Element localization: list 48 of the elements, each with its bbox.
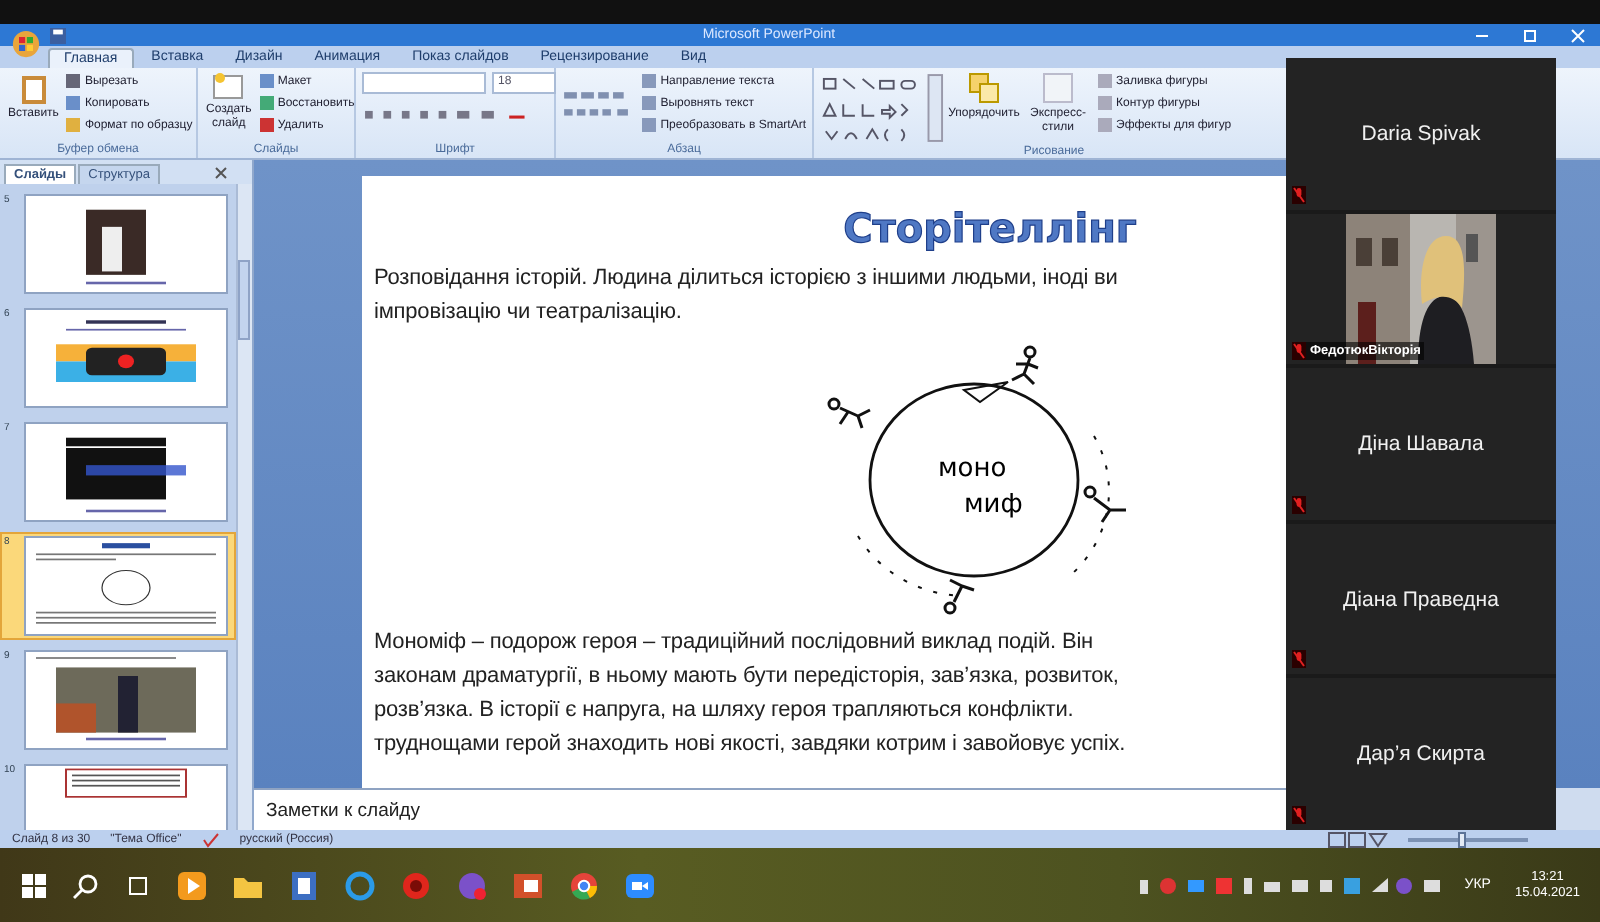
slide-icon <box>212 72 245 100</box>
clipboard-icon <box>19 72 48 104</box>
zoom-slider-thumb[interactable] <box>1458 831 1466 847</box>
search-icon[interactable] <box>72 871 100 899</box>
styles-icon <box>1042 72 1074 104</box>
document-app-icon[interactable] <box>288 869 320 901</box>
font-field[interactable] <box>362 72 486 94</box>
text-line: розв’язка. В історії є напруга, на шляху героя трапляються конфлікти. <box>374 696 1076 726</box>
text-line: законам драматургії, в ньому мають бути передісторія, зав’язка, розвиток, <box>374 662 1121 692</box>
task-view-icon[interactable] <box>124 871 152 899</box>
slide-title: Сторітеллінг <box>843 204 1137 252</box>
participant-name: Daria Spivak <box>1361 121 1481 146</box>
text-line: імпровізацію чи театралізацію. <box>374 298 684 328</box>
windows-logo-icon[interactable] <box>20 871 48 899</box>
office-button[interactable] <box>12 29 40 57</box>
tray-icons-drawing[interactable] <box>1140 875 1441 895</box>
participant-tile[interactable]: Daria Spivak <box>1286 58 1556 210</box>
participant-tile[interactable]: Дар’я Скирта <box>1286 678 1556 830</box>
video-camera-icon[interactable] <box>624 869 656 901</box>
slide-thumbnail[interactable] <box>24 308 228 408</box>
participant-name: Діана Праведна <box>1343 587 1499 612</box>
participant-tile[interactable]: Діна Шавала <box>1286 368 1556 520</box>
participant-name: Діна Шавала <box>1358 431 1484 456</box>
text-line: Мономіф – подорож героя – традиційний послідовний виклад подій. Він <box>374 628 1096 658</box>
save-icon[interactable] <box>50 27 66 43</box>
text-line: труднощами герой знаходить нові якості, завдяки котрим і завойовує успіх. <box>374 730 1128 760</box>
presentation-app-icon[interactable] <box>512 869 544 901</box>
slide-thumbnail[interactable] <box>24 650 228 750</box>
chrome-icon[interactable] <box>568 869 600 901</box>
slide-thumbnail[interactable] <box>24 536 228 636</box>
browser-icon[interactable] <box>344 869 376 901</box>
notes-field[interactable]: Заметки к слайду <box>254 788 1286 830</box>
close-icon[interactable] <box>214 165 228 179</box>
participant-tile[interactable]: Діана Праведна <box>1286 523 1556 675</box>
maximize-icon[interactable] <box>1519 27 1540 43</box>
text-line: Розповідання історій. Людина ділиться історією з іншими людьми, іноді ви <box>374 264 1120 294</box>
arrange-icon <box>968 72 1000 104</box>
shapes-gallery[interactable] <box>820 72 944 144</box>
slide-thumbnail[interactable] <box>24 194 228 294</box>
media-player-icon[interactable] <box>176 869 208 901</box>
view-buttons-drawing[interactable] <box>1328 831 1388 847</box>
spellcheck-icon[interactable] <box>201 831 220 847</box>
monomyth-drawing: моно миф <box>774 336 1174 616</box>
participant-name: Дар’я Скирта <box>1357 742 1485 767</box>
scrollbar[interactable] <box>236 184 252 830</box>
slide-thumbnail[interactable] <box>24 422 228 522</box>
scrollbar-thumb[interactable] <box>238 260 250 340</box>
notes-placeholder: Заметки к слайду <box>266 799 420 821</box>
